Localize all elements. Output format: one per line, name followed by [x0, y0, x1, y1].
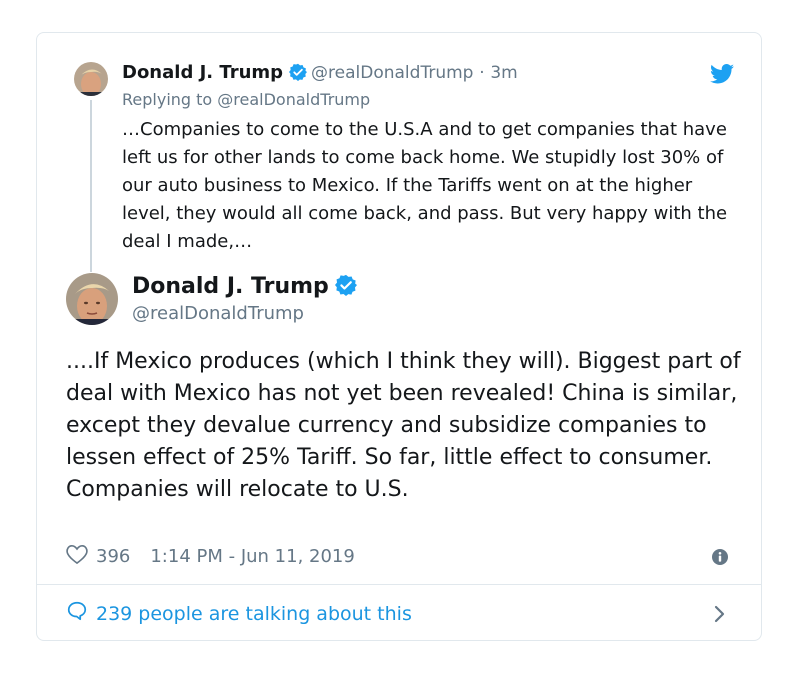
reply-author-name[interactable]: Donald J. Trump — [122, 62, 283, 83]
reply-tweet-text: …Companies to come to the U.S.A and to g… — [122, 119, 728, 252]
talking-label[interactable]: 239 people are talking about this — [96, 603, 412, 625]
speech-bubble-icon — [66, 600, 88, 627]
thread-connector — [90, 100, 92, 272]
main-tweet-text: ....If Mexico produces (which I think th… — [66, 349, 741, 502]
tweet-meta: 396 1:14 PM - Jun 11, 2019 — [66, 544, 355, 569]
main-avatar[interactable] — [66, 273, 118, 325]
reply-avatar[interactable] — [74, 62, 108, 96]
footer-divider — [37, 584, 761, 585]
chevron-right-icon[interactable] — [714, 605, 726, 627]
main-author-handle[interactable]: @realDonaldTrump — [132, 303, 304, 324]
talking-link[interactable]: 239 people are talking about this — [66, 600, 412, 627]
verified-badge-icon — [289, 63, 308, 86]
heart-icon[interactable] — [66, 544, 88, 569]
separator-dot: · — [479, 63, 485, 83]
reply-header: Donald J. Trump @realDonaldTrump · 3m — [122, 62, 518, 86]
main-author-name-text[interactable]: Donald J. Trump — [132, 274, 329, 299]
twitter-bird-icon[interactable] — [710, 64, 734, 88]
main-author-name[interactable]: Donald J. Trump — [132, 274, 357, 302]
reply-time[interactable]: 3m — [490, 63, 517, 83]
info-icon[interactable] — [712, 549, 728, 569]
tweet-timestamp[interactable]: 1:14 PM - Jun 11, 2019 — [150, 546, 354, 567]
like-count[interactable]: 396 — [96, 546, 130, 567]
replying-to-label[interactable]: Replying to @realDonaldTrump — [122, 90, 370, 109]
reply-author-handle[interactable]: @realDonaldTrump — [311, 63, 473, 83]
verified-badge-icon — [334, 274, 357, 302]
